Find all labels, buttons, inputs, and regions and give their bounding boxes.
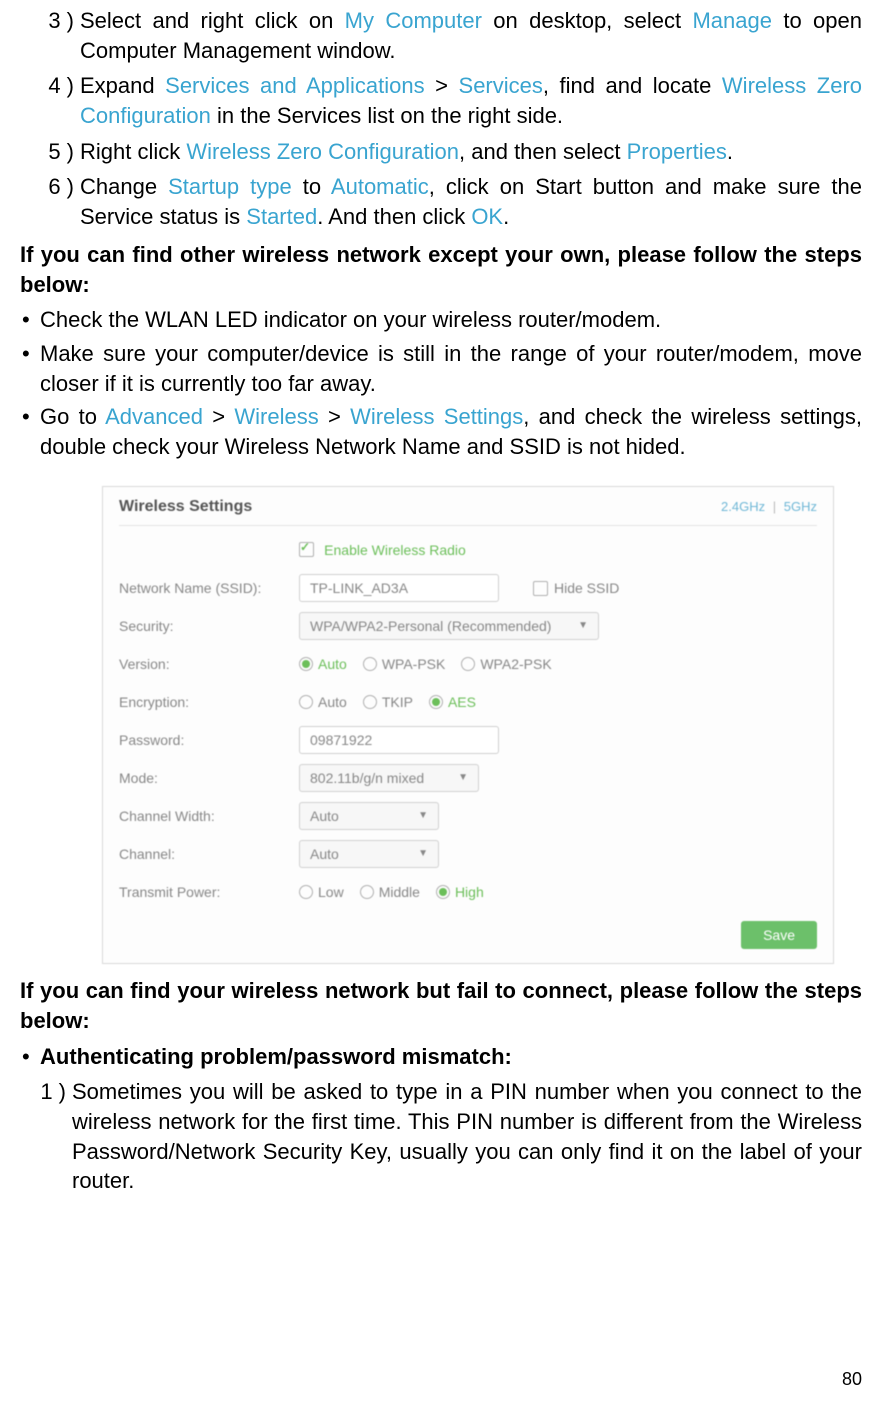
page-number: 80 — [842, 1367, 862, 1391]
chevron-down-icon: ▼ — [458, 773, 468, 783]
step-number: 1 ) — [20, 1077, 72, 1196]
inline-link: Wireless Settings — [350, 404, 523, 429]
chevron-down-icon: ▼ — [578, 621, 588, 631]
version-auto-radio[interactable]: Auto — [299, 657, 347, 671]
bullet-dot: • — [20, 305, 40, 335]
inline-link: Started — [246, 204, 317, 229]
transmit-power-label: Transmit Power: — [119, 885, 299, 899]
inline-link: Properties — [627, 139, 727, 164]
step-text: Select and right click on My Computer on… — [80, 6, 862, 65]
chevron-down-icon: ▼ — [418, 811, 428, 821]
inline-link: Wireless Zero Configuration — [186, 139, 459, 164]
chevron-down-icon: ▼ — [418, 849, 428, 859]
step-number: 4 ) — [20, 71, 80, 130]
channel-width-select[interactable]: Auto▼ — [299, 802, 439, 830]
tab-24ghz[interactable]: 2.4GHz — [721, 499, 765, 514]
password-label: Password: — [119, 733, 299, 747]
encryption-aes-radio[interactable]: AES — [429, 695, 476, 709]
version-wpa2psk-radio[interactable]: WPA2-PSK — [461, 657, 551, 671]
tx-low-radio[interactable]: Low — [299, 885, 344, 899]
inline-link: Startup type — [168, 174, 292, 199]
mode-select[interactable]: 802.11b/g/n mixed▼ — [299, 764, 479, 792]
divider — [119, 525, 817, 526]
step-text: Expand Services and Applications > Servi… — [80, 71, 862, 130]
inline-link: Manage — [692, 8, 772, 33]
enable-wireless-checkbox[interactable] — [299, 542, 314, 557]
wireless-settings-panel: Wireless Settings 2.4GHz | 5GHz Enable W… — [102, 486, 834, 965]
band-tabs[interactable]: 2.4GHz | 5GHz — [721, 500, 817, 513]
password-input[interactable]: 09871922 — [299, 726, 499, 754]
step-number: 3 ) — [20, 6, 80, 65]
save-button[interactable]: Save — [741, 921, 817, 949]
inline-link: OK — [471, 204, 503, 229]
channel-label: Channel: — [119, 847, 299, 861]
tab-5ghz[interactable]: 5GHz — [784, 499, 817, 514]
hide-ssid-label: Hide SSID — [554, 581, 619, 595]
section-heading-other-network: If you can find other wireless network e… — [20, 240, 862, 299]
channel-width-label: Channel Width: — [119, 809, 299, 823]
wireless-settings-screenshot: Wireless Settings 2.4GHz | 5GHz Enable W… — [102, 486, 834, 965]
step-text: Change Startup type to Automatic, click … — [80, 172, 862, 231]
inline-link: My Computer — [345, 8, 482, 33]
encryption-auto-radio[interactable]: Auto — [299, 695, 347, 709]
bullet-text: Make sure your computer/device is still … — [40, 339, 862, 398]
security-select[interactable]: WPA/WPA2-Personal (Recommended)▼ — [299, 612, 599, 640]
step-text: Right click Wireless Zero Configuration,… — [80, 137, 862, 167]
version-wpapsk-radio[interactable]: WPA-PSK — [363, 657, 446, 671]
bullet-dot: • — [20, 1042, 40, 1072]
ssid-label: Network Name (SSID): — [119, 581, 299, 595]
section-heading-fail-connect: If you can find your wireless network bu… — [20, 976, 862, 1035]
auth-problem-heading: Authenticating problem/password mismatch… — [40, 1042, 862, 1072]
version-label: Version: — [119, 657, 299, 671]
inline-link: Services — [459, 73, 543, 98]
inline-link: Advanced — [105, 404, 203, 429]
hide-ssid-option[interactable]: Hide SSID — [533, 581, 619, 596]
inline-link: Automatic — [331, 174, 429, 199]
enable-wireless-label: Enable Wireless Radio — [324, 542, 466, 558]
step-text: Sometimes you will be asked to type in a… — [72, 1077, 862, 1196]
ssid-input[interactable]: TP-LINK_AD3A — [299, 574, 499, 602]
bullet-text: Check the WLAN LED indicator on your wir… — [40, 305, 862, 335]
tx-high-radio[interactable]: High — [436, 885, 484, 899]
security-label: Security: — [119, 619, 299, 633]
hide-ssid-checkbox[interactable] — [533, 581, 548, 596]
panel-title: Wireless Settings — [119, 499, 252, 515]
step-number: 6 ) — [20, 172, 80, 231]
bullet-text: Go to Advanced > Wireless > Wireless Set… — [40, 402, 862, 461]
inline-link: Wireless — [234, 404, 318, 429]
step-number: 5 ) — [20, 137, 80, 167]
inline-link: Services and Applications — [165, 73, 425, 98]
encryption-label: Encryption: — [119, 695, 299, 709]
tab-divider: | — [773, 499, 776, 514]
bullet-dot: • — [20, 339, 40, 398]
channel-select[interactable]: Auto▼ — [299, 840, 439, 868]
bullet-dot: • — [20, 402, 40, 461]
enable-wireless-row: Enable Wireless Radio — [299, 542, 817, 558]
encryption-tkip-radio[interactable]: TKIP — [363, 695, 413, 709]
tx-middle-radio[interactable]: Middle — [360, 885, 420, 899]
document-page: 3 )Select and right click on My Computer… — [0, 6, 890, 1407]
mode-label: Mode: — [119, 771, 299, 785]
